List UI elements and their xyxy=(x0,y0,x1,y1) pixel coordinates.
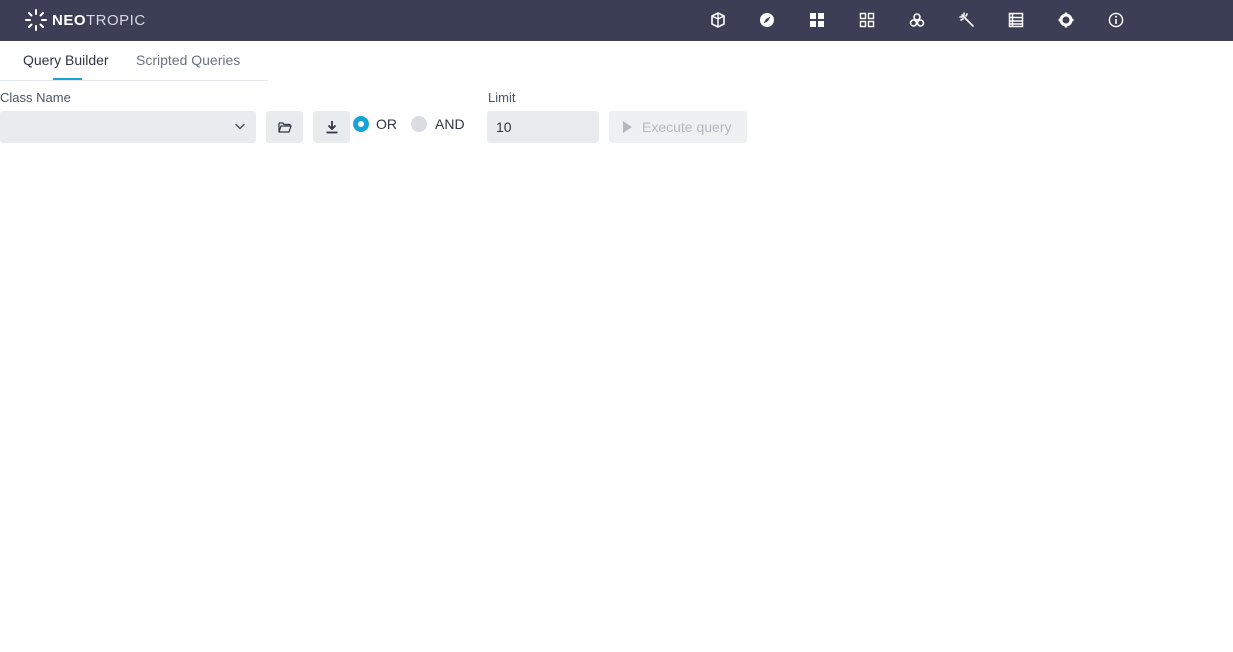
widgets-icon[interactable] xyxy=(858,11,876,29)
tab-scripted-queries[interactable]: Scripted Queries xyxy=(136,52,240,68)
limit-input[interactable] xyxy=(487,111,599,143)
play-icon xyxy=(623,121,632,133)
sunburst-logo-icon xyxy=(25,9,47,31)
info-icon[interactable] xyxy=(1107,11,1125,29)
radio-and[interactable] xyxy=(411,116,427,132)
tab-query-builder[interactable]: Query Builder xyxy=(23,52,109,68)
query-tabs: Query Builder Scripted Queries xyxy=(0,41,268,81)
navigator-icon[interactable] xyxy=(758,11,776,29)
tools-icon[interactable] xyxy=(958,11,976,29)
class-name-label: Class Name xyxy=(0,90,71,105)
brand-logo[interactable]: NEO TROPIC xyxy=(24,8,146,32)
open-query-button[interactable] xyxy=(266,111,303,143)
class-name-select[interactable] xyxy=(0,111,256,143)
download-icon xyxy=(326,121,337,134)
process-icon[interactable] xyxy=(908,11,926,29)
active-tab-indicator xyxy=(53,78,82,80)
chevron-down-icon xyxy=(234,123,246,130)
schema-icon[interactable] xyxy=(709,11,727,29)
top-navbar: NEO TROPIC xyxy=(0,0,1233,41)
folder-open-icon xyxy=(277,122,292,133)
download-button[interactable] xyxy=(313,111,350,143)
radio-and-label[interactable]: AND xyxy=(435,116,465,132)
list-icon[interactable] xyxy=(1007,11,1025,29)
brand-name-bold: NEO xyxy=(52,11,87,29)
execute-query-label: Execute query xyxy=(642,119,732,135)
radio-or-label[interactable]: OR xyxy=(376,116,397,132)
settings-icon[interactable] xyxy=(1057,11,1075,29)
brand-name-light: TROPIC xyxy=(86,11,146,29)
limit-label: Limit xyxy=(488,90,516,105)
radio-or[interactable] xyxy=(353,116,369,132)
dashboard-icon[interactable] xyxy=(808,11,826,29)
execute-query-button[interactable]: Execute query xyxy=(609,111,747,143)
